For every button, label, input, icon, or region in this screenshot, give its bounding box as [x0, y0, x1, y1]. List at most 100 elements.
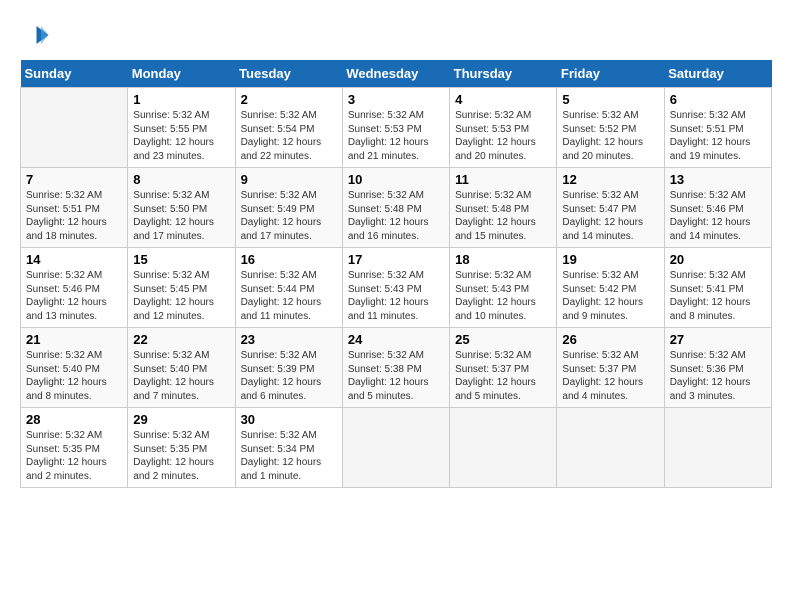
calendar-cell: 22 Sunrise: 5:32 AMSunset: 5:40 PMDayligh…: [128, 328, 235, 408]
day-number: 7: [26, 172, 122, 187]
calendar-cell: [342, 408, 449, 488]
calendar-week-row: 7 Sunrise: 5:32 AMSunset: 5:51 PMDaylight…: [21, 168, 772, 248]
day-info: Sunrise: 5:32 AMSunset: 5:43 PMDaylight:…: [348, 269, 444, 323]
day-info: Sunrise: 5:32 AMSunset: 5:46 PMDaylight:…: [670, 189, 766, 243]
calendar-cell: 2Sunrise: 5:32 AMSunset: 5:54 PMDaylight…: [235, 88, 342, 168]
day-info: Sunrise: 5:32 AMSunset: 5:49 PMDaylight:…: [241, 189, 337, 243]
calendar-cell: 14 Sunrise: 5:32 AMSunset: 5:46 PMDayligh…: [21, 248, 128, 328]
day-info: Sunrise: 5:32 AMSunset: 5:43 PMDaylight:…: [455, 269, 551, 323]
calendar-week-row: 21 Sunrise: 5:32 AMSunset: 5:40 PMDayligh…: [21, 328, 772, 408]
day-number: 3: [348, 92, 444, 107]
day-info: Sunrise: 5:32 AMSunset: 5:51 PMDaylight:…: [26, 189, 122, 243]
day-info: Sunrise: 5:32 AMSunset: 5:53 PMDaylight:…: [348, 109, 444, 163]
calendar-cell: 28 Sunrise: 5:32 AMSunset: 5:35 PMDayligh…: [21, 408, 128, 488]
weekday-header: Sunday: [21, 60, 128, 88]
day-info: Sunrise: 5:32 AMSunset: 5:34 PMDaylight:…: [241, 429, 337, 483]
day-info: Sunrise: 5:32 AMSunset: 5:55 PMDaylight:…: [133, 109, 229, 163]
day-number: 26: [562, 332, 658, 347]
day-number: 29: [133, 412, 229, 427]
calendar-week-row: 28 Sunrise: 5:32 AMSunset: 5:35 PMDayligh…: [21, 408, 772, 488]
day-number: 30: [241, 412, 337, 427]
day-number: 12: [562, 172, 658, 187]
day-info: Sunrise: 5:32 AMSunset: 5:48 PMDaylight:…: [455, 189, 551, 243]
calendar-cell: 8 Sunrise: 5:32 AMSunset: 5:50 PMDaylight…: [128, 168, 235, 248]
day-info: Sunrise: 5:32 AMSunset: 5:37 PMDaylight:…: [562, 349, 658, 403]
calendar-cell: 6 Sunrise: 5:32 AMSunset: 5:51 PMDaylight…: [664, 88, 771, 168]
calendar-cell: 19Sunrise: 5:32 AMSunset: 5:42 PMDayligh…: [557, 248, 664, 328]
day-number: 25: [455, 332, 551, 347]
day-info: Sunrise: 5:32 AMSunset: 5:50 PMDaylight:…: [133, 189, 229, 243]
day-number: 2: [241, 92, 337, 107]
day-number: 6: [670, 92, 766, 107]
logo: [20, 20, 54, 50]
calendar-cell: 26 Sunrise: 5:32 AMSunset: 5:37 PMDayligh…: [557, 328, 664, 408]
day-number: 15: [133, 252, 229, 267]
weekday-header: Tuesday: [235, 60, 342, 88]
day-number: 10: [348, 172, 444, 187]
day-number: 19: [562, 252, 658, 267]
calendar-cell: 21Sunrise: 5:32 AMSunset: 5:40 PMDayligh…: [21, 328, 128, 408]
day-number: 5: [562, 92, 658, 107]
calendar-cell: 7 Sunrise: 5:32 AMSunset: 5:51 PMDaylight…: [21, 168, 128, 248]
calendar-cell: 18 Sunrise: 5:32 AMSunset: 5:43 PMDayligh…: [450, 248, 557, 328]
day-info: Sunrise: 5:32 AMSunset: 5:35 PMDaylight:…: [133, 429, 229, 483]
day-number: 28: [26, 412, 122, 427]
calendar-cell: 15Sunrise: 5:32 AMSunset: 5:45 PMDayligh…: [128, 248, 235, 328]
day-number: 27: [670, 332, 766, 347]
day-info: Sunrise: 5:32 AMSunset: 5:35 PMDaylight:…: [26, 429, 122, 483]
day-number: 22: [133, 332, 229, 347]
calendar-cell: 12 Sunrise: 5:32 AMSunset: 5:47 PMDayligh…: [557, 168, 664, 248]
weekday-header: Monday: [128, 60, 235, 88]
day-info: Sunrise: 5:32 AMSunset: 5:47 PMDaylight:…: [562, 189, 658, 243]
day-number: 13: [670, 172, 766, 187]
day-number: 1: [133, 92, 229, 107]
calendar-cell: 10 Sunrise: 5:32 AMSunset: 5:48 PMDayligh…: [342, 168, 449, 248]
day-info: Sunrise: 5:32 AMSunset: 5:44 PMDaylight:…: [241, 269, 337, 323]
calendar-cell: 29 Sunrise: 5:32 AMSunset: 5:35 PMDayligh…: [128, 408, 235, 488]
day-number: 16: [241, 252, 337, 267]
calendar-cell: 5 Sunrise: 5:32 AMSunset: 5:52 PMDaylight…: [557, 88, 664, 168]
calendar-cell: 30 Sunrise: 5:32 AMSunset: 5:34 PMDayligh…: [235, 408, 342, 488]
day-number: 17: [348, 252, 444, 267]
day-info: Sunrise: 5:32 AMSunset: 5:38 PMDaylight:…: [348, 349, 444, 403]
calendar-cell: 4 Sunrise: 5:32 AMSunset: 5:53 PMDaylight…: [450, 88, 557, 168]
day-number: 9: [241, 172, 337, 187]
logo-icon: [20, 20, 50, 50]
calendar-cell: 27 Sunrise: 5:32 AMSunset: 5:36 PMDayligh…: [664, 328, 771, 408]
calendar-cell: 13 Sunrise: 5:32 AMSunset: 5:46 PMDayligh…: [664, 168, 771, 248]
day-info: Sunrise: 5:32 AMSunset: 5:36 PMDaylight:…: [670, 349, 766, 403]
calendar-body: 1 Sunrise: 5:32 AMSunset: 5:55 PMDaylight…: [21, 88, 772, 488]
calendar-cell: [557, 408, 664, 488]
calendar-cell: [450, 408, 557, 488]
calendar-cell: 11 Sunrise: 5:32 AMSunset: 5:48 PMDayligh…: [450, 168, 557, 248]
page-header: [20, 20, 772, 50]
weekday-header: Thursday: [450, 60, 557, 88]
day-info: Sunrise: 5:32 AMSunset: 5:48 PMDaylight:…: [348, 189, 444, 243]
day-info: Sunrise: 5:32 AMSunset: 5:51 PMDaylight:…: [670, 109, 766, 163]
day-info: Sunrise: 5:32 AMSunset: 5:40 PMDaylight:…: [133, 349, 229, 403]
calendar-cell: [664, 408, 771, 488]
day-info: Sunrise: 5:32 AMSunset: 5:37 PMDaylight:…: [455, 349, 551, 403]
day-number: 21: [26, 332, 122, 347]
calendar-cell: 16 Sunrise: 5:32 AMSunset: 5:44 PMDayligh…: [235, 248, 342, 328]
day-number: 4: [455, 92, 551, 107]
weekday-header: Friday: [557, 60, 664, 88]
day-info: Sunrise: 5:32 AMSunset: 5:41 PMDaylight:…: [670, 269, 766, 323]
calendar-cell: 20 Sunrise: 5:32 AMSunset: 5:41 PMDayligh…: [664, 248, 771, 328]
calendar-cell: 9 Sunrise: 5:32 AMSunset: 5:49 PMDaylight…: [235, 168, 342, 248]
day-number: 20: [670, 252, 766, 267]
day-number: 11: [455, 172, 551, 187]
day-number: 23: [241, 332, 337, 347]
day-info: Sunrise: 5:32 AMSunset: 5:46 PMDaylight:…: [26, 269, 122, 323]
calendar-cell: 23 Sunrise: 5:32 AMSunset: 5:39 PMDayligh…: [235, 328, 342, 408]
day-info: Sunrise: 5:32 AMSunset: 5:52 PMDaylight:…: [562, 109, 658, 163]
calendar-week-row: 1 Sunrise: 5:32 AMSunset: 5:55 PMDaylight…: [21, 88, 772, 168]
day-number: 14: [26, 252, 122, 267]
day-info: Sunrise: 5:32 AMSunset: 5:39 PMDaylight:…: [241, 349, 337, 403]
day-info: Sunrise: 5:32 AMSunset: 5:53 PMDaylight:…: [455, 109, 551, 163]
day-number: 18: [455, 252, 551, 267]
calendar-cell: 3 Sunrise: 5:32 AMSunset: 5:53 PMDaylight…: [342, 88, 449, 168]
calendar-header: SundayMondayTuesdayWednesdayThursdayFrid…: [21, 60, 772, 88]
weekday-row: SundayMondayTuesdayWednesdayThursdayFrid…: [21, 60, 772, 88]
day-number: 8: [133, 172, 229, 187]
